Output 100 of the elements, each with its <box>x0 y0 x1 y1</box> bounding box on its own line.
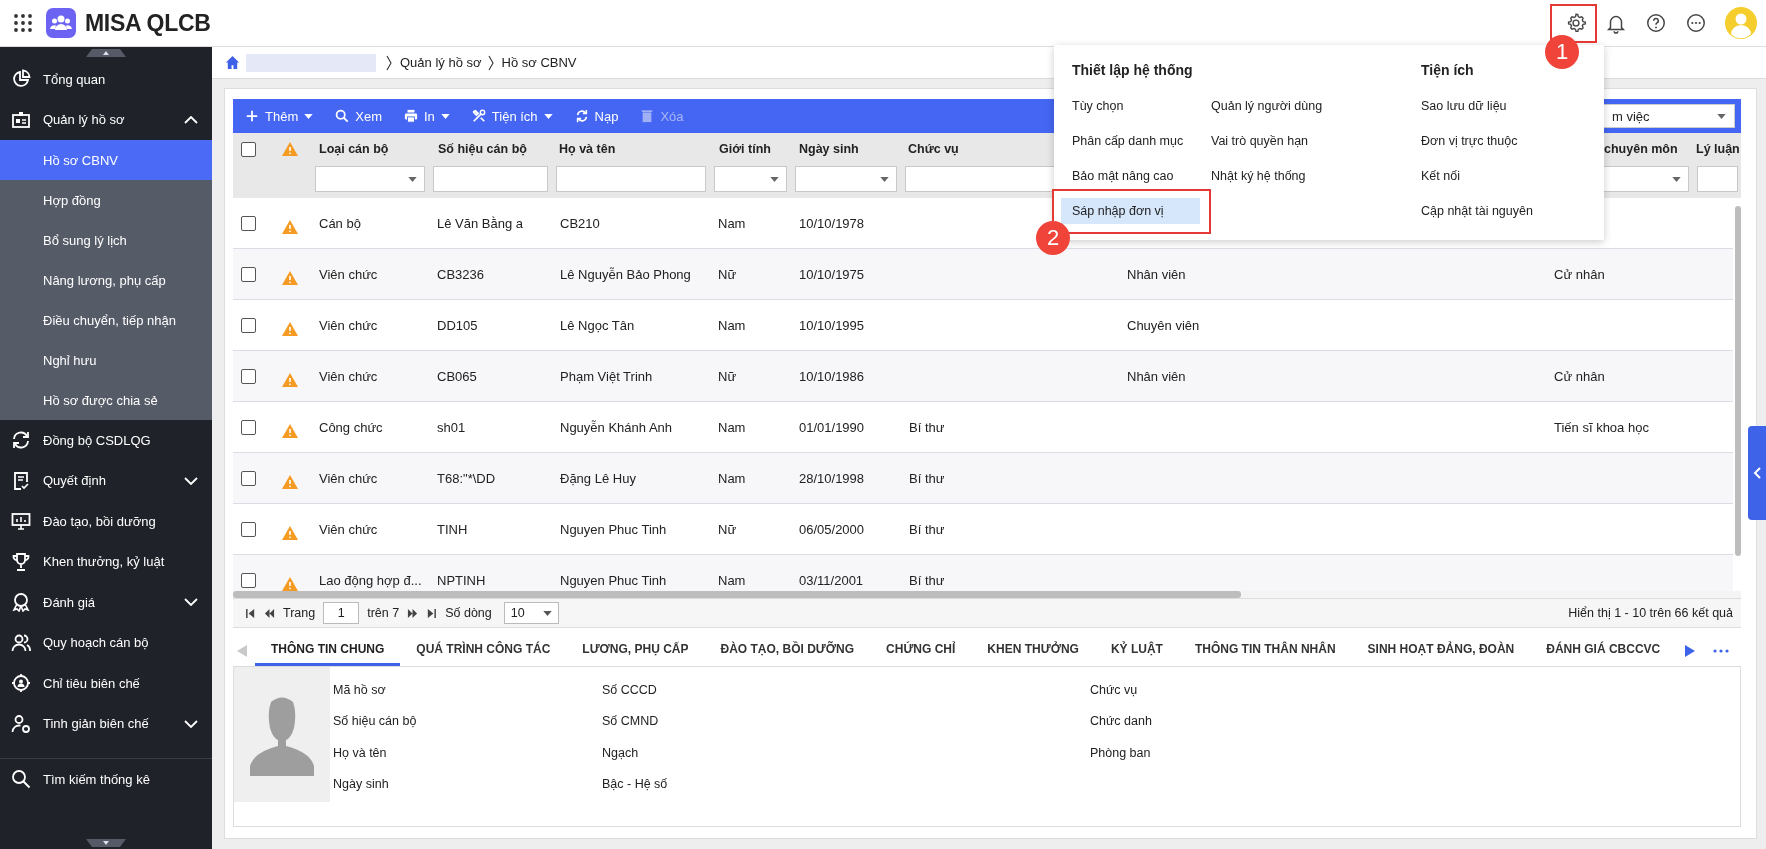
row-checkbox[interactable] <box>241 419 256 435</box>
filter-input[interactable] <box>1697 166 1738 192</box>
table-cell: Nguyen Phuc Tinh <box>560 521 667 537</box>
filter-input[interactable] <box>433 166 548 192</box>
menu-item[interactable]: Quản lý người dùng <box>1200 93 1400 119</box>
detail-tab[interactable]: QUÁ TRÌNH CÔNG TÁC <box>400 635 567 666</box>
table-cell: NPTINH <box>437 572 486 588</box>
column-header[interactable]: Loại cán bộ <box>319 142 389 156</box>
filter-input[interactable] <box>556 166 706 192</box>
row-checkbox[interactable] <box>241 266 256 282</box>
breadcrumb-link[interactable]: Quản lý hồ sơ <box>400 55 482 70</box>
toolbar-button[interactable]: In <box>403 108 450 124</box>
help-icon[interactable] <box>1645 12 1667 34</box>
submenu-item[interactable]: Hồ sơ được chia sẻ <box>0 380 212 420</box>
detail-tab[interactable]: ĐÁNH GIÁ CBCCVC <box>1530 635 1677 666</box>
toolbar-button[interactable]: Thêm <box>245 108 314 124</box>
detail-tab[interactable]: KỶ LUẬT <box>1094 635 1179 666</box>
detail-tab[interactable]: SINH HOẠT ĐẢNG, ĐOÀN <box>1351 635 1531 666</box>
row-checkbox[interactable] <box>241 368 256 384</box>
column-header[interactable]: Họ và tên <box>559 142 616 156</box>
row-checkbox[interactable] <box>241 521 256 537</box>
page-input[interactable]: 1 <box>323 602 360 624</box>
menu-item[interactable]: Kết nối <box>1410 163 1549 189</box>
menu-item[interactable]: Vai trò quyền hạn <box>1200 128 1400 154</box>
table-cell: Viên chức <box>319 521 378 537</box>
field-label: Số hiệu cán bộ <box>333 713 418 731</box>
table-row[interactable]: Viên chức CB3236 Lê Nguyễn Bảo Phong Nữ 10/10/1975 Nhân viên Cử nhân <box>233 249 1733 300</box>
column-header[interactable]: Chức vụ <box>908 142 959 156</box>
award-icon <box>11 592 31 613</box>
submenu-item[interactable]: Bổ sung lý lịch <box>0 220 212 260</box>
settings-icon[interactable] <box>1565 12 1587 34</box>
submenu-item[interactable]: Nâng lương, phụ cấp <box>0 260 212 300</box>
sidebar-item[interactable]: Đánh giá <box>0 582 212 623</box>
menu-item[interactable]: Phân cấp danh mục <box>1061 128 1200 154</box>
horizontal-scrollbar[interactable] <box>233 591 1241 598</box>
row-checkbox[interactable] <box>241 470 256 486</box>
menu-item[interactable]: Bảo mật nâng cao <box>1061 163 1200 189</box>
next-page-icon[interactable] <box>407 607 419 619</box>
toolbar-button[interactable]: Tiện ích <box>471 108 553 124</box>
row-checkbox[interactable] <box>241 215 256 231</box>
app-grid-icon[interactable] <box>14 14 32 32</box>
scroll-down-icon[interactable] <box>86 839 126 847</box>
submenu-item[interactable]: Nghỉ hưu <box>0 340 212 380</box>
sidebar-item[interactable]: Tìm kiếm thống kê <box>0 759 212 800</box>
previous-page-icon[interactable] <box>264 607 275 619</box>
submenu-item[interactable]: Hồ sơ CBNV <box>0 140 212 180</box>
table-cell: Nam <box>718 215 746 231</box>
toolbar-button[interactable]: Xem <box>335 108 382 124</box>
sidebar-item[interactable]: Chỉ tiêu biên chế <box>0 663 212 704</box>
home-icon[interactable] <box>225 55 240 70</box>
sidebar-item[interactable]: Quyết định <box>0 460 212 501</box>
select-all-checkbox[interactable] <box>241 141 256 157</box>
person-gear-icon <box>11 713 31 734</box>
submenu-item[interactable]: Hợp đồng <box>0 180 212 220</box>
sidebar-item[interactable]: Đào tạo, bồi dưỡng <box>0 501 212 542</box>
table-cell: Viên chức <box>319 470 378 486</box>
sidebar-item[interactable]: Đồng bộ CSDLQG <box>0 420 212 461</box>
more-options-icon[interactable] <box>1685 12 1707 34</box>
table-cell: Cử nhân <box>1554 266 1605 282</box>
sidebar-item[interactable]: Quy hoạch cán bộ <box>0 622 212 663</box>
column-header[interactable]: Lý luận <box>1696 142 1740 156</box>
sidebar-item[interactable]: Tổng quan <box>0 59 212 100</box>
detail-tab[interactable]: LƯƠNG, PHỤ CẤP <box>566 635 705 666</box>
rows-per-page-select[interactable]: 10 <box>503 602 559 624</box>
side-panel-toggle[interactable] <box>1748 426 1766 520</box>
toolbar-button[interactable]: Nạp <box>574 108 619 124</box>
vertical-scrollbar[interactable] <box>1735 206 1741 556</box>
last-page-icon[interactable] <box>426 607 438 619</box>
table-row[interactable]: Viên chức CB065 Phạm Việt Trinh Nữ 10/10/1986 Nhân viên Cử nhân <box>233 351 1733 402</box>
menu-item[interactable]: Sáp nhập đơn vị <box>1061 198 1200 224</box>
row-checkbox[interactable] <box>241 317 256 333</box>
column-header[interactable]: Giới tính <box>719 142 771 156</box>
table-cell: Viên chức <box>319 317 378 333</box>
menu-item[interactable]: Sao lưu dữ liệu <box>1410 93 1549 119</box>
menu-item[interactable]: Cập nhật tài nguyên <box>1410 198 1549 224</box>
detail-tab[interactable]: ĐÀO TẠO, BỒI DƯỠNG <box>704 635 871 666</box>
table-cell: Lê Nguyễn Bảo Phong <box>560 266 691 282</box>
sidebar-item[interactable]: Khen thưởng, kỷ luật <box>0 541 212 582</box>
more-tabs-icon[interactable] <box>1713 648 1729 653</box>
table-row[interactable]: Lao động hợp đ... NPTINH Nguyen Phuc Tinh Nam 03/11/2001 Bí thư <box>233 555 1733 591</box>
column-header[interactable]: chuyên môn <box>1604 142 1678 156</box>
sidebar-item[interactable]: Tinh giản biên chế <box>0 703 212 744</box>
tab-scroll-right-icon[interactable] <box>1685 644 1695 657</box>
detail-tab[interactable]: THÔNG TIN THÂN NHÂN <box>1178 635 1352 666</box>
column-header[interactable]: Ngày sinh <box>799 142 859 156</box>
detail-tab[interactable]: KHEN THƯỞNG <box>971 635 1095 666</box>
page-total: trên 7 <box>367 606 400 620</box>
field-label: Số CCCD <box>602 681 658 699</box>
sidebar-item[interactable]: Quản lý hồ sơ <box>0 99 212 140</box>
menu-item[interactable]: Nhật ký hệ thống <box>1200 163 1400 189</box>
scroll-up-icon[interactable] <box>86 49 126 57</box>
table-row[interactable]: Viên chức T68:"*\DD Đặng Lê Huy Nam 28/10/1998 Bí thư <box>233 453 1733 504</box>
submenu-item[interactable]: Điều chuyển, tiếp nhận <box>0 300 212 340</box>
column-header[interactable]: Số hiệu cán bộ <box>438 142 527 156</box>
menu-item[interactable]: Tùy chọn <box>1061 93 1200 119</box>
row-checkbox[interactable] <box>241 572 256 588</box>
first-page-icon[interactable] <box>245 607 256 619</box>
detail-tab[interactable]: CHỨNG CHỈ <box>870 635 972 666</box>
breadcrumb-link[interactable]: Hồ sơ CBNV <box>501 55 577 70</box>
menu-item[interactable]: Đơn vị trực thuộc <box>1410 128 1549 154</box>
